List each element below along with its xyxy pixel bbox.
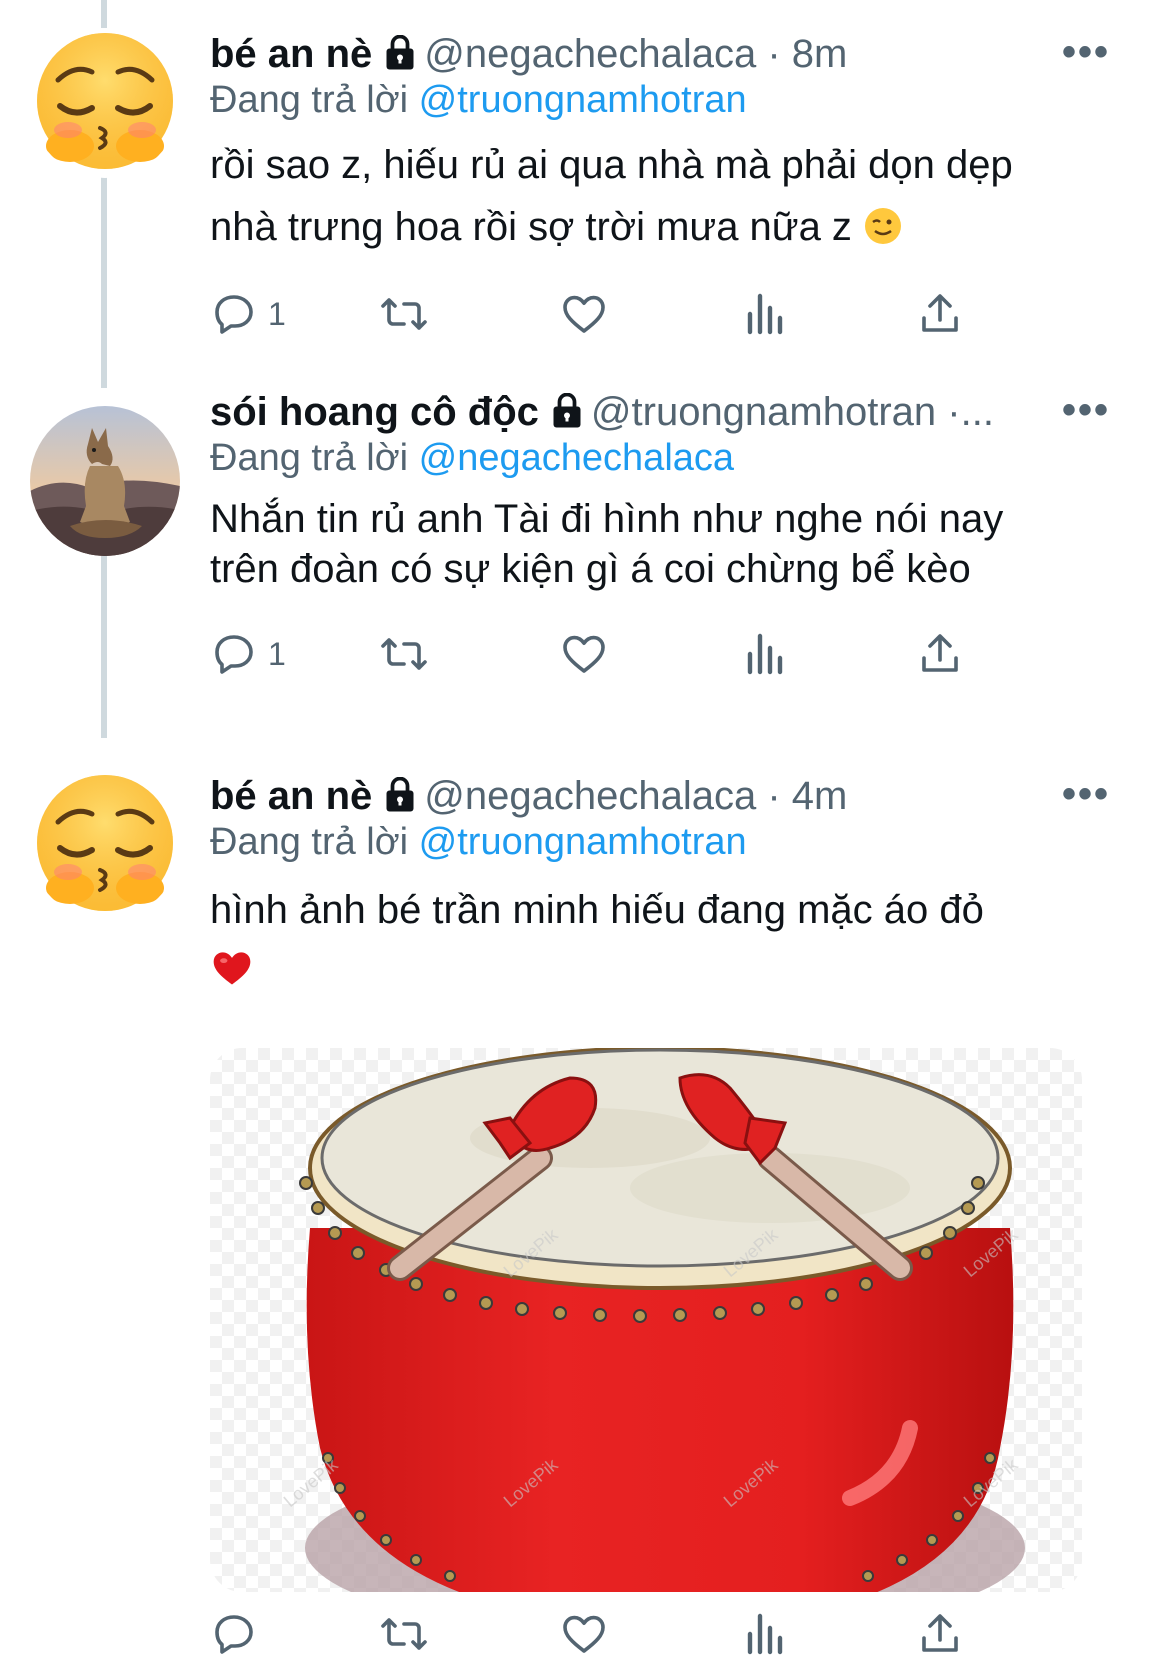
replying-label: Đang trả lời <box>210 437 409 479</box>
like-button[interactable] <box>560 1606 608 1662</box>
retweet-button[interactable] <box>380 1606 428 1662</box>
separator: · <box>767 774 781 818</box>
avatar[interactable] <box>30 406 180 556</box>
tweet-text: hình ảnh bé trần minh hiếu đang mặc áo đ… <box>210 880 1110 1007</box>
analytics-button[interactable] <box>740 286 788 342</box>
tweet-actions: 1 <box>210 626 1040 682</box>
tweet-actions: 1 <box>210 286 1040 342</box>
pleading-face-emoji-avatar <box>30 28 180 178</box>
share-button[interactable] <box>916 626 964 682</box>
tweet[interactable]: bé an nè @negachechalaca · 8m ••• Đang tr… <box>0 0 1170 370</box>
replying-to: Đang trả lời @negachechalaca <box>210 434 734 482</box>
separator: · <box>767 32 781 76</box>
like-button[interactable] <box>560 626 608 682</box>
share-icon <box>922 1614 958 1652</box>
reply-count: 1 <box>268 635 286 672</box>
more-options-icon[interactable]: ••• <box>1062 772 1110 817</box>
display-name[interactable]: bé an nè <box>210 774 372 818</box>
like-icon <box>563 1615 605 1653</box>
analytics-icon <box>747 293 783 335</box>
mention-link[interactable]: @negachechalaca <box>419 437 734 479</box>
analytics-icon <box>747 633 783 675</box>
handle[interactable]: @negachechalaca <box>424 32 756 76</box>
reply-icon <box>215 635 253 674</box>
more-options-icon[interactable]: ••• <box>1062 388 1110 433</box>
replying-label: Đang trả lời <box>210 821 409 863</box>
handle[interactable]: @negachechalaca <box>424 774 756 818</box>
analytics-button[interactable] <box>740 626 788 682</box>
retweet-icon <box>381 1618 427 1650</box>
tweet-text-line: Nhắn tin rủ anh Tài đi hình như nghe nói… <box>210 497 1004 541</box>
tweet-text: rồi sao z, hiếu rủ ai qua nhà mà phải dọ… <box>210 134 1110 264</box>
timestamp[interactable]: 4m <box>792 774 848 818</box>
display-name[interactable]: bé an nè <box>210 32 372 76</box>
analytics-icon <box>747 1613 783 1655</box>
red-drum-illustration: LovePik LovePik LovePik LovePik LovePik … <box>210 1048 1082 1592</box>
reply-count: 1 <box>268 295 286 332</box>
mention-link[interactable]: @truongnamhotran <box>419 79 747 121</box>
like-button[interactable] <box>560 286 608 342</box>
replying-to: Đang trả lời @truongnamhotran <box>210 818 747 866</box>
tweet-text-line: hình ảnh bé trần minh hiếu đang mặc áo đ… <box>210 888 984 932</box>
red-heart-emoji <box>210 946 1110 1007</box>
display-name[interactable]: sói hoang cô độc <box>210 390 539 434</box>
tweet-text-line: nhà trưng hoa rồi sợ trời mưa nữa z <box>210 196 1110 264</box>
tweet-text: Nhắn tin rủ anh Tài đi hình như nghe nói… <box>210 494 1110 594</box>
retweet-button[interactable] <box>380 626 428 682</box>
reply-button[interactable]: 1 <box>210 286 286 342</box>
more-options-icon[interactable]: ••• <box>1062 30 1110 75</box>
avatar[interactable] <box>30 28 180 178</box>
tweet-media-image[interactable]: LovePik LovePik LovePik LovePik LovePik … <box>210 1048 1082 1592</box>
retweet-icon <box>381 298 427 330</box>
share-button[interactable] <box>916 1606 964 1662</box>
retweet-button[interactable] <box>380 286 428 342</box>
reply-button[interactable]: 1 <box>210 626 286 682</box>
reply-button[interactable] <box>210 1606 258 1662</box>
timestamp[interactable]: 8m <box>792 32 848 76</box>
share-icon <box>922 294 958 332</box>
tweet-actions <box>210 1606 1040 1662</box>
retweet-icon <box>381 638 427 670</box>
mention-link[interactable]: @truongnamhotran <box>419 821 747 863</box>
handle[interactable]: @truongnamhotran <box>591 390 936 434</box>
replying-label: Đang trả lời <box>210 79 409 121</box>
share-button[interactable] <box>916 286 964 342</box>
share-icon <box>922 634 958 672</box>
pleading-face-emoji-avatar <box>30 770 180 920</box>
replying-to: Đang trả lời @truongnamhotran <box>210 76 747 124</box>
avatar[interactable] <box>30 770 180 920</box>
tweet-text-line: trên đoàn có sự kiện gì á coi chừng bể k… <box>210 547 971 591</box>
winking-face-emoji <box>863 202 903 264</box>
tweet[interactable]: bé an nè @negachechalaca · 4m ••• Đang tr… <box>0 740 1170 1674</box>
tweet-text-line: rồi sao z, hiếu rủ ai qua nhà mà phải dọ… <box>210 143 1013 187</box>
meditating-wolf-avatar <box>30 406 180 556</box>
like-icon <box>563 635 605 673</box>
reply-icon <box>215 295 253 334</box>
analytics-button[interactable] <box>740 1606 788 1662</box>
like-icon <box>563 295 605 333</box>
timestamp-truncated: ·... <box>947 390 994 434</box>
reply-icon <box>215 1615 253 1654</box>
tweet[interactable]: sói hoang cô độc @truongnamhotran ·... ••… <box>0 370 1170 740</box>
